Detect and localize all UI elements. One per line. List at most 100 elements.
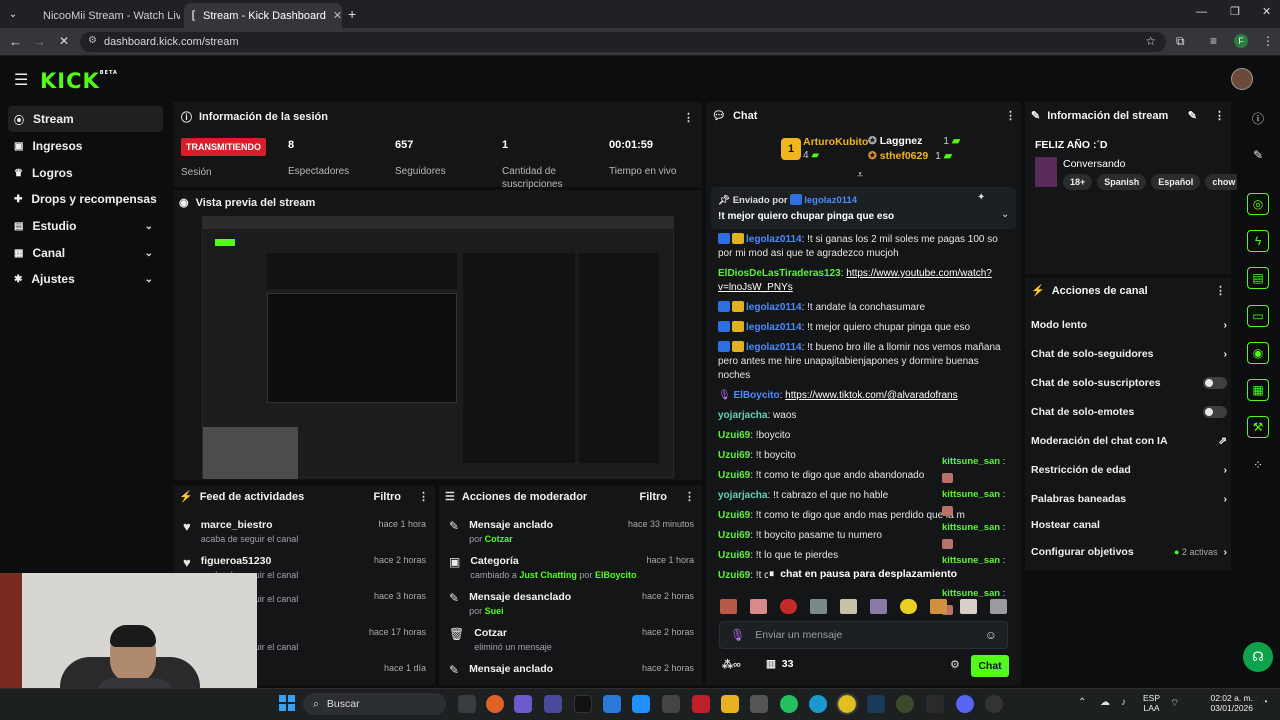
layout-icon[interactable]: ▦ — [1247, 379, 1269, 401]
tray-chevron-icon[interactable]: ⌃ — [1078, 697, 1086, 708]
bookmark-star-icon[interactable]: ☆ — [1145, 34, 1156, 48]
steam-icon[interactable] — [867, 695, 885, 713]
category-thumbnail[interactable] — [1035, 157, 1057, 187]
emotes-only-toggle[interactable] — [1203, 405, 1227, 418]
profile-avatar[interactable]: F — [1234, 34, 1248, 48]
maximize-icon[interactable]: ❐ — [1230, 5, 1240, 18]
gifter-name[interactable]: sthef0629 — [880, 150, 928, 162]
more-options-icon[interactable]: ⋮ — [1214, 109, 1225, 122]
tray-cloud-icon[interactable]: ☁ — [1100, 697, 1110, 708]
unpin-icon[interactable]: ✦ — [977, 192, 985, 203]
emote-icon[interactable] — [990, 599, 1007, 614]
chat-username[interactable]: ElDiosDeLasTiraderas123 — [718, 268, 841, 279]
more-options-icon[interactable]: ⋮ — [683, 111, 694, 124]
emote-icon[interactable] — [780, 599, 797, 614]
sidebar-item-canal[interactable]: ▦ Canal ⌄ — [8, 240, 163, 266]
mic-icon[interactable]: 🎙︎ — [730, 628, 745, 642]
top-gifter-name[interactable]: ArturoKubito — [803, 136, 868, 148]
emote-icon[interactable] — [870, 599, 887, 614]
more-options-icon[interactable]: ⋮ — [1215, 284, 1226, 297]
obs-icon[interactable] — [985, 695, 1003, 713]
more-options-icon[interactable]: ⋮ — [1005, 109, 1016, 122]
filter-button[interactable]: Filtro — [374, 491, 402, 503]
wrench-icon[interactable]: ⚒ — [1247, 416, 1269, 438]
collapse-icon[interactable]: ⩡ — [857, 169, 863, 182]
browser-tab-2[interactable]: Stream - Kick Dashboard ✕ — [184, 3, 342, 28]
chat-username[interactable]: Uzui69 — [718, 430, 750, 441]
stream-category[interactable]: Conversando — [1063, 158, 1125, 170]
action-goals[interactable]: Configurar objetivos ● 2 activas › — [1031, 537, 1227, 566]
discord-icon[interactable] — [544, 695, 562, 713]
file-explorer-icon[interactable] — [721, 695, 739, 713]
follower-name[interactable]: figueroa51230 — [201, 555, 364, 567]
action-banned-words[interactable]: Palabras baneadas › — [1031, 484, 1227, 513]
support-headset-icon[interactable]: ☊ — [1243, 642, 1273, 672]
sidebar-item-logros[interactable]: ♛ Logros — [8, 160, 163, 186]
more-options-icon[interactable]: ⋮ — [684, 490, 695, 503]
chat-username[interactable]: legolaz0114 — [746, 322, 802, 333]
chat-paused-banner[interactable]: ⏸︎ chat en pausa para desplazamiento — [768, 564, 958, 584]
forward-icon[interactable]: → — [33, 34, 46, 49]
emote-icon[interactable] — [810, 599, 827, 614]
apps-icon[interactable]: ⁘ — [1247, 454, 1269, 476]
edit-icon[interactable]: ✎ — [1188, 109, 1197, 122]
media-icon[interactable]: ≡ — [1210, 34, 1217, 48]
action-slow-mode[interactable]: Modo lento › — [1031, 310, 1227, 339]
action-followers-only[interactable]: Chat de solo-seguidores › — [1031, 339, 1227, 368]
emote-icon[interactable] — [750, 599, 767, 614]
sidebar-item-stream[interactable]: ⦿ Stream — [8, 106, 163, 132]
lightning-icon[interactable]: ϟ — [1247, 230, 1269, 252]
stream-tag[interactable]: 18+ — [1063, 174, 1093, 190]
chat-username[interactable]: legolaz0114 — [746, 234, 802, 245]
gifter-name[interactable]: Laggnez — [880, 135, 923, 147]
app-icon[interactable] — [750, 695, 768, 713]
chat-username[interactable]: legolaz0114 — [746, 302, 802, 313]
mod-action-user[interactable]: Cotzar — [485, 534, 513, 544]
back-icon[interactable]: ← — [9, 34, 22, 49]
hamburger-menu-icon[interactable]: ☰ — [14, 70, 28, 90]
taskbar-search[interactable]: ⌕ Buscar — [303, 693, 446, 715]
stream-video-preview[interactable] — [202, 216, 674, 479]
firefox-icon[interactable] — [486, 695, 504, 713]
emote-icon[interactable] — [930, 599, 947, 614]
user-avatar[interactable] — [1231, 68, 1253, 90]
chat-username[interactable]: yojarjacha — [718, 490, 767, 501]
chat-username[interactable]: Uzui69 — [718, 510, 750, 521]
action-host-channel[interactable]: Hostear canal — [1031, 513, 1227, 537]
site-info-icon[interactable]: ⚙ — [88, 35, 97, 46]
capture-icon[interactable]: ◎ — [1247, 193, 1269, 215]
tray-mic-icon[interactable]: ♪ — [1121, 697, 1126, 708]
stream-tag[interactable]: Español — [1151, 174, 1201, 190]
taskbar-clock[interactable]: 02:02 a. m. 03/01/2026 — [1203, 693, 1253, 713]
chat-username[interactable]: Uzui69 — [718, 470, 750, 481]
wifi-icon[interactable]: ⌔ — [1170, 697, 1179, 710]
sidebar-item-ingresos[interactable]: ▣ Ingresos — [8, 133, 163, 159]
infinity-icon[interactable]: ⁂∞ — [722, 658, 741, 671]
emote-icon[interactable] — [900, 599, 917, 614]
stop-icon[interactable]: ✕ — [59, 34, 69, 48]
sidebar-item-ajustes[interactable]: ✱ Ajustes ⌄ — [8, 266, 163, 292]
browser-tab-1[interactable]: NicooMii Stream - Watch Live o ✕ — [28, 3, 180, 28]
task-view-icon[interactable] — [458, 695, 476, 713]
chevron-down-icon[interactable]: ⌄ — [1001, 209, 1009, 220]
chat-link[interactable]: https://www.tiktok.com/@alvaradofrans — [785, 390, 957, 401]
kick-logo[interactable]: KICKBETA — [40, 69, 118, 93]
new-tab-icon[interactable]: + — [348, 6, 356, 22]
mod-action-title[interactable]: Cotzar — [474, 627, 632, 639]
edge-icon[interactable] — [809, 695, 827, 713]
chat-username[interactable]: yojarjacha — [718, 410, 767, 421]
mod-action-category[interactable]: Just Chatting — [519, 570, 577, 580]
browser-menu-icon[interactable]: ⋮ — [1262, 34, 1274, 48]
address-bar[interactable]: ⚙ dashboard.kick.com/stream ☆ — [80, 32, 1166, 52]
teams-icon[interactable] — [514, 695, 532, 713]
close-window-icon[interactable]: ✕ — [1262, 5, 1271, 18]
language-indicator[interactable]: ESP LAA — [1143, 693, 1160, 713]
sidebar-item-drops[interactable]: ✚ Drops y recompensas — [8, 186, 163, 212]
capcut-icon[interactable] — [926, 695, 944, 713]
subscribers-only-toggle[interactable] — [1203, 376, 1227, 389]
stream-tag[interactable]: Spanish — [1097, 174, 1147, 190]
emote-icon[interactable] — [720, 599, 737, 614]
chat-username[interactable]: Uzui69 — [718, 530, 750, 541]
chat-input[interactable]: 🎙︎ Enviar un mensaje ☺ — [719, 621, 1008, 649]
info-icon[interactable]: ⓘ — [1247, 107, 1269, 129]
